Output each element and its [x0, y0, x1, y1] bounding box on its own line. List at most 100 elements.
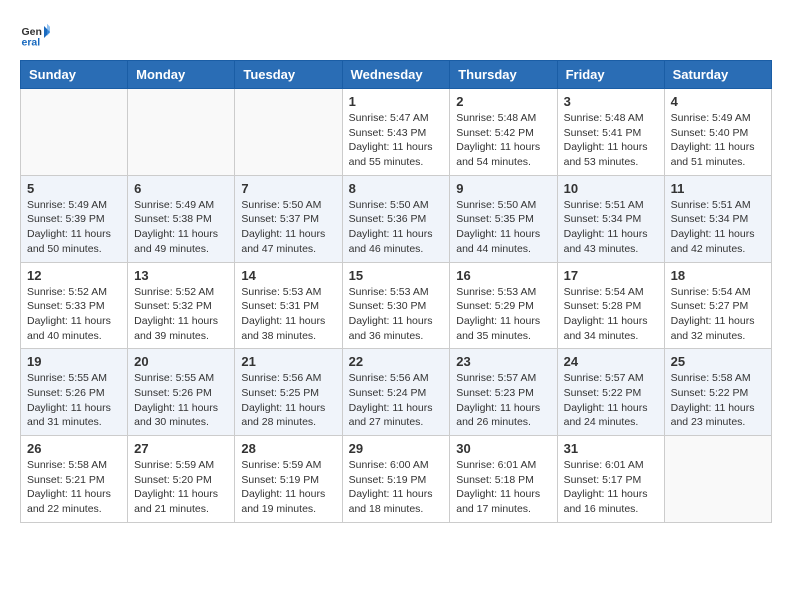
day-number: 24	[564, 354, 658, 369]
day-number: 18	[671, 268, 765, 283]
day-number: 23	[456, 354, 550, 369]
day-number: 17	[564, 268, 658, 283]
day-number: 19	[27, 354, 121, 369]
weekday-monday: Monday	[128, 61, 235, 89]
calendar-cell: 26 Sunrise: 5:58 AMSunset: 5:21 PMDayligh…	[21, 436, 128, 523]
weekday-tuesday: Tuesday	[235, 61, 342, 89]
day-info: Sunrise: 6:01 AMSunset: 5:18 PMDaylight:…	[456, 458, 550, 517]
week-row-3: 12Sunrise: 5:52 AMSunset: 5:33 PMDayligh…	[21, 262, 772, 349]
calendar-cell	[664, 436, 771, 523]
calendar-cell	[21, 89, 128, 176]
day-info: Sunrise: 5:49 AMSunset: 5:38 PMDaylight:…	[134, 198, 228, 257]
day-info: Sunrise: 5:52 AMSunset: 5:33 PMDaylight:…	[27, 285, 121, 344]
day-info: Sunrise: 5:57 AMSunset: 5:23 PMDaylight:…	[456, 371, 550, 430]
day-info: Sunrise: 5:56 AMSunset: 5:25 PMDaylight:…	[241, 371, 335, 430]
day-number: 11	[671, 181, 765, 196]
day-info: Sunrise: 5:50 AMSunset: 5:37 PMDaylight:…	[241, 198, 335, 257]
day-info: Sunrise: 6:01 AMSunset: 5:17 PMDaylight:…	[564, 458, 658, 517]
weekday-friday: Friday	[557, 61, 664, 89]
calendar-body: 1Sunrise: 5:47 AMSunset: 5:43 PMDaylight…	[21, 89, 772, 523]
day-info: Sunrise: 5:57 AMSunset: 5:22 PMDaylight:…	[564, 371, 658, 430]
day-number: 7	[241, 181, 335, 196]
day-number: 4	[671, 94, 765, 109]
day-number: 20	[134, 354, 228, 369]
weekday-sunday: Sunday	[21, 61, 128, 89]
calendar-cell: 20 Sunrise: 5:55 AMSunset: 5:26 PMDayligh…	[128, 349, 235, 436]
calendar-cell: 30 Sunrise: 6:01 AMSunset: 5:18 PMDayligh…	[450, 436, 557, 523]
day-number: 21	[241, 354, 335, 369]
day-info: Sunrise: 5:52 AMSunset: 5:32 PMDaylight:…	[134, 285, 228, 344]
calendar-cell: 18Sunrise: 5:54 AMSunset: 5:27 PMDayligh…	[664, 262, 771, 349]
calendar-cell: 25Sunrise: 5:58 AMSunset: 5:22 PMDayligh…	[664, 349, 771, 436]
logo: Gen eral	[20, 20, 54, 50]
calendar-cell: 15 Sunrise: 5:53 AMSunset: 5:30 PMDayligh…	[342, 262, 450, 349]
weekday-wednesday: Wednesday	[342, 61, 450, 89]
calendar-cell: 19 Sunrise: 5:55 AMSunset: 5:26 PMDayligh…	[21, 349, 128, 436]
day-number: 13	[134, 268, 228, 283]
day-info: Sunrise: 5:48 AMSunset: 5:41 PMDaylight:…	[564, 111, 658, 170]
calendar-cell: 21 Sunrise: 5:56 AMSunset: 5:25 PMDayligh…	[235, 349, 342, 436]
calendar-cell: 14 Sunrise: 5:53 AMSunset: 5:31 PMDayligh…	[235, 262, 342, 349]
calendar-cell	[235, 89, 342, 176]
calendar-cell: 7 Sunrise: 5:50 AMSunset: 5:37 PMDaylight…	[235, 175, 342, 262]
calendar-cell: 27 Sunrise: 5:59 AMSunset: 5:20 PMDayligh…	[128, 436, 235, 523]
day-info: Sunrise: 5:58 AMSunset: 5:21 PMDaylight:…	[27, 458, 121, 517]
day-number: 30	[456, 441, 550, 456]
day-number: 26	[27, 441, 121, 456]
calendar-cell: 10Sunrise: 5:51 AMSunset: 5:34 PMDayligh…	[557, 175, 664, 262]
day-number: 1	[349, 94, 444, 109]
calendar-cell: 29 Sunrise: 6:00 AMSunset: 5:19 PMDayligh…	[342, 436, 450, 523]
day-number: 31	[564, 441, 658, 456]
week-row-2: 5 Sunrise: 5:49 AMSunset: 5:39 PMDaylight…	[21, 175, 772, 262]
calendar-cell: 13 Sunrise: 5:52 AMSunset: 5:32 PMDayligh…	[128, 262, 235, 349]
day-info: Sunrise: 6:00 AMSunset: 5:19 PMDaylight:…	[349, 458, 444, 517]
week-row-1: 1Sunrise: 5:47 AMSunset: 5:43 PMDaylight…	[21, 89, 772, 176]
calendar-cell	[128, 89, 235, 176]
day-number: 6	[134, 181, 228, 196]
day-number: 2	[456, 94, 550, 109]
calendar-cell: 17 Sunrise: 5:54 AMSunset: 5:28 PMDayligh…	[557, 262, 664, 349]
day-info: Sunrise: 5:59 AMSunset: 5:19 PMDaylight:…	[241, 458, 335, 517]
calendar-cell: 2 Sunrise: 5:48 AMSunset: 5:42 PMDaylight…	[450, 89, 557, 176]
day-info: Sunrise: 5:50 AMSunset: 5:35 PMDaylight:…	[456, 198, 550, 257]
day-info: Sunrise: 5:49 AMSunset: 5:40 PMDaylight:…	[671, 111, 765, 170]
day-info: Sunrise: 5:48 AMSunset: 5:42 PMDaylight:…	[456, 111, 550, 170]
weekday-thursday: Thursday	[450, 61, 557, 89]
calendar-cell: 22 Sunrise: 5:56 AMSunset: 5:24 PMDayligh…	[342, 349, 450, 436]
day-info: Sunrise: 5:49 AMSunset: 5:39 PMDaylight:…	[27, 198, 121, 257]
week-row-5: 26 Sunrise: 5:58 AMSunset: 5:21 PMDayligh…	[21, 436, 772, 523]
calendar-cell: 28 Sunrise: 5:59 AMSunset: 5:19 PMDayligh…	[235, 436, 342, 523]
calendar-cell: 23 Sunrise: 5:57 AMSunset: 5:23 PMDayligh…	[450, 349, 557, 436]
calendar-cell: 3Sunrise: 5:48 AMSunset: 5:41 PMDaylight…	[557, 89, 664, 176]
day-info: Sunrise: 5:58 AMSunset: 5:22 PMDaylight:…	[671, 371, 765, 430]
day-info: Sunrise: 5:55 AMSunset: 5:26 PMDaylight:…	[27, 371, 121, 430]
calendar-cell: 5 Sunrise: 5:49 AMSunset: 5:39 PMDaylight…	[21, 175, 128, 262]
day-info: Sunrise: 5:51 AMSunset: 5:34 PMDaylight:…	[671, 198, 765, 257]
header: Gen eral	[20, 20, 772, 50]
day-info: Sunrise: 5:53 AMSunset: 5:31 PMDaylight:…	[241, 285, 335, 344]
day-info: Sunrise: 5:55 AMSunset: 5:26 PMDaylight:…	[134, 371, 228, 430]
day-number: 5	[27, 181, 121, 196]
day-number: 14	[241, 268, 335, 283]
day-number: 22	[349, 354, 444, 369]
day-info: Sunrise: 5:50 AMSunset: 5:36 PMDaylight:…	[349, 198, 444, 257]
day-number: 15	[349, 268, 444, 283]
day-number: 9	[456, 181, 550, 196]
week-row-4: 19 Sunrise: 5:55 AMSunset: 5:26 PMDayligh…	[21, 349, 772, 436]
day-info: Sunrise: 5:51 AMSunset: 5:34 PMDaylight:…	[564, 198, 658, 257]
calendar-cell: 31 Sunrise: 6:01 AMSunset: 5:17 PMDayligh…	[557, 436, 664, 523]
day-info: Sunrise: 5:56 AMSunset: 5:24 PMDaylight:…	[349, 371, 444, 430]
weekday-saturday: Saturday	[664, 61, 771, 89]
day-info: Sunrise: 5:59 AMSunset: 5:20 PMDaylight:…	[134, 458, 228, 517]
day-number: 28	[241, 441, 335, 456]
day-number: 16	[456, 268, 550, 283]
calendar-cell: 6 Sunrise: 5:49 AMSunset: 5:38 PMDaylight…	[128, 175, 235, 262]
day-number: 29	[349, 441, 444, 456]
calendar-cell: 9 Sunrise: 5:50 AMSunset: 5:35 PMDaylight…	[450, 175, 557, 262]
day-number: 27	[134, 441, 228, 456]
calendar-cell: 11 Sunrise: 5:51 AMSunset: 5:34 PMDayligh…	[664, 175, 771, 262]
day-info: Sunrise: 5:54 AMSunset: 5:28 PMDaylight:…	[564, 285, 658, 344]
calendar-cell: 24 Sunrise: 5:57 AMSunset: 5:22 PMDayligh…	[557, 349, 664, 436]
logo-icon: Gen eral	[20, 20, 50, 50]
day-info: Sunrise: 5:53 AMSunset: 5:30 PMDaylight:…	[349, 285, 444, 344]
